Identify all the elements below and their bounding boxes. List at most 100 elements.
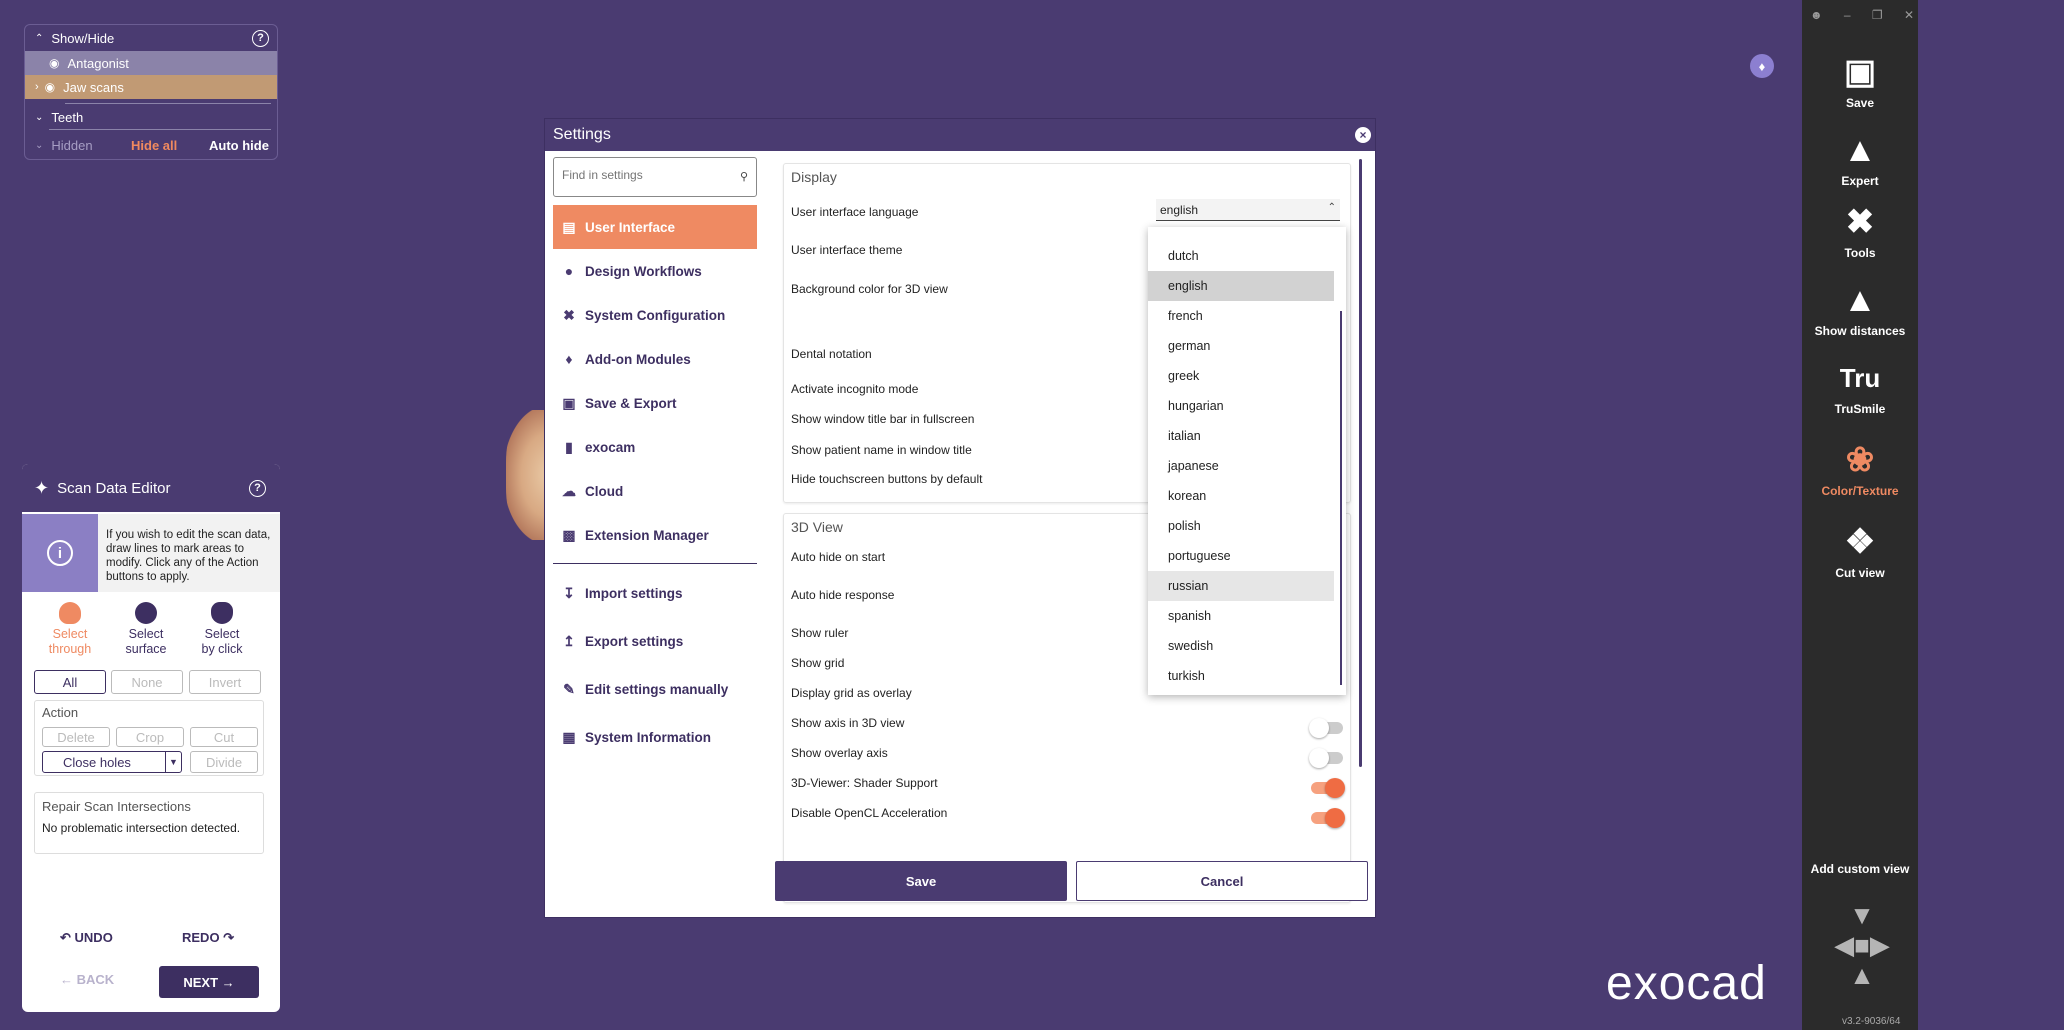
delete-button[interactable]: Delete [42, 727, 110, 747]
divide-button[interactable]: Divide [190, 751, 258, 773]
search-input[interactable] [562, 168, 732, 182]
language-option[interactable]: korean [1148, 481, 1334, 511]
toolbar-show-distances[interactable]: ▲ Show distances [1802, 280, 1918, 338]
chevron-right-icon[interactable]: › [35, 81, 39, 93]
nav-system-information[interactable]: ▦ System Information [553, 715, 757, 759]
auto-hide-button[interactable]: Auto hide [209, 138, 269, 153]
help-icon[interactable]: ? [249, 479, 266, 497]
select-none-button[interactable]: None [111, 670, 183, 694]
save-button[interactable]: Save [775, 861, 1067, 901]
search-icon[interactable]: ⚲ [740, 170, 748, 183]
nav-export-settings[interactable]: ↥ Export settings [553, 619, 757, 663]
nav-system-configuration[interactable]: ✖ System Configuration [553, 293, 757, 337]
add-custom-view-button[interactable]: Add custom view [1802, 862, 1918, 876]
redo-button[interactable]: REDO ↷ [182, 930, 234, 946]
hidden-row[interactable]: ⌄ Hidden Hide all Auto hide [25, 133, 277, 157]
nav-extension-manager[interactable]: ▩ Extension Manager [553, 513, 757, 557]
trusmile-icon: Tru [1839, 363, 1881, 393]
dropdown-scrollbar[interactable] [1340, 311, 1342, 685]
toolbar-label: Cut view [1835, 566, 1885, 580]
cancel-button[interactable]: Cancel [1076, 861, 1368, 901]
select-all-button[interactable]: All [34, 670, 106, 694]
exocam-icon: ▮ [565, 439, 573, 455]
toolbar-color-texture[interactable]: ❀ Color/Texture [1802, 440, 1918, 498]
info-text: If you wish to edit the scan data, draw … [106, 529, 271, 583]
notification-bell-icon[interactable]: ♦ [1750, 54, 1774, 78]
nav-add-on-modules[interactable]: ♦ Add-on Modules [553, 337, 757, 381]
nav-design-workflows[interactable]: ● Design Workflows [553, 249, 757, 293]
toolbar-tools[interactable]: ✖ Tools [1802, 202, 1918, 260]
language-option[interactable]: portuguese [1148, 541, 1334, 571]
show-hide-header[interactable]: ⌃ Show/Hide ? [25, 25, 277, 51]
eye-icon[interactable]: ◉ [45, 80, 55, 94]
user-icon[interactable]: ☻ [1810, 8, 1823, 24]
scrollbar-thumb[interactable] [1359, 159, 1362, 767]
nav-exocam[interactable]: ▮ exocam [553, 425, 757, 469]
close-holes-button[interactable]: Close holes ▼ [42, 751, 182, 773]
nav-cloud[interactable]: ☁ Cloud [553, 469, 757, 513]
language-option-hover[interactable]: russian [1148, 571, 1334, 601]
select-surface-button[interactable]: Select surface [108, 602, 184, 662]
language-option[interactable]: greek [1148, 361, 1334, 391]
select-through-button[interactable]: Select through [32, 602, 108, 662]
language-option[interactable]: dutch [1148, 241, 1334, 271]
chevron-down-icon: ⌄ [35, 139, 44, 151]
language-option[interactable]: turkish [1148, 661, 1334, 691]
overlay-axis-toggle[interactable] [1309, 748, 1343, 768]
show-hide-panel: ⌃ Show/Hide ? ◉ Antagonist › ◉ Jaw scans… [24, 24, 278, 160]
restore-icon[interactable]: ❐ [1872, 8, 1883, 24]
arrow-left-icon: ← [60, 972, 73, 987]
search-box[interactable]: ⚲ [553, 157, 757, 197]
next-button[interactable]: NEXT → [159, 966, 259, 998]
language-option[interactable]: spanish [1148, 601, 1334, 631]
hide-all-button[interactable]: Hide all [131, 138, 177, 153]
language-option[interactable]: french [1148, 301, 1334, 331]
language-option[interactable]: japanese [1148, 451, 1334, 481]
select-by-click-button[interactable]: Select by click [184, 602, 260, 662]
language-option[interactable]: italian [1148, 421, 1334, 451]
language-option[interactable]: polish [1148, 511, 1334, 541]
import-icon: ↧ [563, 585, 575, 601]
nav-save-export[interactable]: ▣ Save & Export [553, 381, 757, 425]
scan-data-editor-title: Scan Data Editor [57, 479, 171, 497]
antagonist-row[interactable]: ◉ Antagonist [25, 51, 277, 75]
disable-opencl-toggle[interactable] [1311, 808, 1345, 828]
cut-button[interactable]: Cut [190, 727, 258, 747]
language-option[interactable]: swedish [1148, 631, 1334, 661]
nav-import-settings[interactable]: ↧ Import settings [553, 571, 757, 615]
nav-edit-settings-manually[interactable]: ✎ Edit settings manually [553, 667, 757, 711]
toolbar-cut-view[interactable]: ❖ Cut view [1802, 522, 1918, 580]
help-icon[interactable]: ? [252, 29, 269, 47]
select-by-click-label: by click [201, 642, 243, 656]
view-cube-icon[interactable]: ▼ ◀■▶ ▲ [1816, 900, 1908, 1000]
language-select[interactable]: english ⌃ [1156, 199, 1340, 221]
language-option-selected[interactable]: english [1148, 271, 1334, 301]
crop-button[interactable]: Crop [116, 727, 184, 747]
cloud-icon: ☁ [562, 483, 576, 499]
show-axis-toggle[interactable] [1309, 718, 1343, 738]
setting-auto-hide-response: Auto hide response [791, 588, 895, 602]
back-button[interactable]: ← BACK [60, 972, 114, 987]
teeth-row[interactable]: ⌄ Teeth [25, 105, 277, 129]
setting-show-axis: Show axis in 3D view [791, 716, 905, 730]
close-icon[interactable]: ✕ [1904, 8, 1914, 24]
nav-label: Design Workflows [585, 263, 702, 279]
jaw-scans-row[interactable]: › ◉ Jaw scans [25, 75, 277, 99]
settings-scrollbar[interactable] [1359, 159, 1363, 881]
language-dropdown-list[interactable]: dutch english french german greek hungar… [1148, 227, 1346, 695]
shader-support-toggle[interactable] [1311, 778, 1345, 798]
undo-button[interactable]: ↶ UNDO [60, 930, 113, 946]
dropdown-arrow-icon[interactable]: ▼ [165, 752, 181, 772]
invert-button[interactable]: Invert [189, 670, 261, 694]
close-icon[interactable]: × [1355, 127, 1371, 143]
eye-icon[interactable]: ◉ [49, 56, 59, 70]
toolbar-trusmile[interactable]: Tru TruSmile [1802, 358, 1918, 416]
nav-user-interface[interactable]: ▤ User Interface [553, 205, 757, 249]
view3d-section-title: 3D View [791, 519, 843, 535]
select-surface-label: Select [128, 627, 164, 641]
language-option[interactable]: german [1148, 331, 1334, 361]
toolbar-save[interactable]: ▣ Save [1802, 52, 1918, 110]
toolbar-expert[interactable]: ▲ Expert [1802, 130, 1918, 188]
minimize-icon[interactable]: – [1844, 8, 1851, 24]
language-option[interactable]: hungarian [1148, 391, 1334, 421]
